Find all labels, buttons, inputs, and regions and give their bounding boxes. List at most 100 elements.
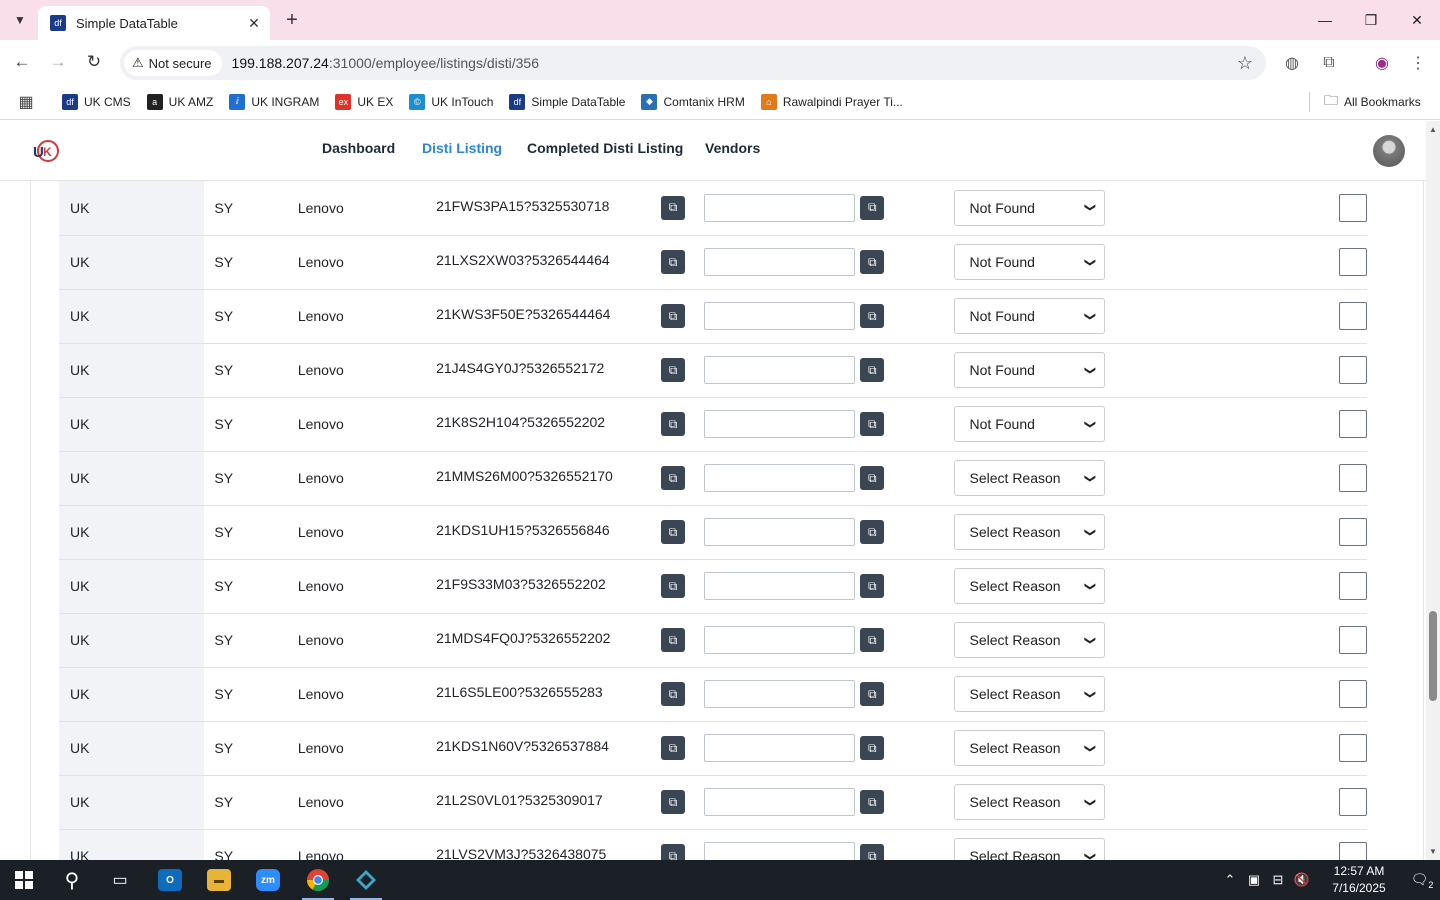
paste-button[interactable]: ⧉: [860, 790, 885, 814]
tray-chevron-up-icon[interactable]: ⌃: [1218, 872, 1242, 888]
listing-text-input[interactable]: [704, 680, 856, 708]
copy-sku-button[interactable]: ⧉: [661, 790, 686, 814]
row-checkbox[interactable]: [1339, 680, 1367, 708]
app-diamond-icon[interactable]: [342, 860, 390, 900]
restore-icon[interactable]: ❐: [1348, 0, 1394, 40]
reason-select[interactable]: Select Reason ❯: [953, 514, 1105, 550]
nav-disti-listing[interactable]: Disti Listing: [422, 140, 502, 156]
reason-select[interactable]: Not Found ❯: [953, 352, 1105, 388]
bookmark-item[interactable]: © UK InTouch: [409, 93, 493, 110]
reason-select[interactable]: Select Reason ❯: [953, 838, 1105, 860]
reason-select[interactable]: Not Found ❯: [953, 189, 1105, 226]
tray-security-icon[interactable]: ▣: [1242, 872, 1266, 888]
copy-sku-button[interactable]: ⧉: [661, 250, 686, 274]
paste-button[interactable]: ⧉: [860, 304, 885, 328]
tab-search-chevron-icon[interactable]: ▼: [8, 8, 32, 32]
row-checkbox[interactable]: [1339, 572, 1367, 600]
copy-sku-button[interactable]: ⧉: [661, 195, 686, 220]
nav-vendors[interactable]: Vendors: [705, 140, 760, 156]
listing-text-input[interactable]: [704, 302, 856, 330]
taskbar-clock[interactable]: 12:57 AM 7/16/2025: [1322, 863, 1396, 897]
copy-sku-button[interactable]: ⧉: [661, 682, 686, 706]
file-explorer-icon[interactable]: ▬: [195, 860, 243, 900]
row-checkbox[interactable]: [1339, 518, 1367, 546]
copy-sku-button[interactable]: ⧉: [661, 412, 686, 436]
forward-arrow-icon[interactable]: →: [46, 50, 70, 74]
reason-select[interactable]: Select Reason ❯: [953, 730, 1105, 766]
translate-globe-icon[interactable]: ◍: [1279, 50, 1305, 76]
reason-select[interactable]: Select Reason ❯: [953, 460, 1105, 496]
reason-select[interactable]: Select Reason ❯: [953, 784, 1105, 820]
volume-muted-icon[interactable]: 🔇: [1290, 872, 1314, 888]
row-checkbox[interactable]: [1339, 734, 1367, 762]
scroll-down-icon[interactable]: ▼: [1429, 847, 1437, 856]
copy-sku-button[interactable]: ⧉: [661, 304, 686, 328]
address-bar[interactable]: ⚠ Not secure 199.188.207.24:31000/employ…: [120, 46, 1266, 80]
paste-button[interactable]: ⧉: [860, 574, 885, 598]
bookmark-star-icon[interactable]: ☆: [1230, 53, 1260, 74]
paste-button[interactable]: ⧉: [860, 520, 885, 544]
zoom-icon[interactable]: zm: [244, 860, 292, 900]
bookmark-item[interactable]: df Simple DataTable: [509, 93, 625, 110]
bookmark-item[interactable]: ⌂ Rawalpindi Prayer Ti...: [760, 93, 903, 110]
reason-select[interactable]: Not Found ❯: [953, 244, 1105, 280]
copy-sku-button[interactable]: ⧉: [661, 520, 686, 544]
reason-select[interactable]: Select Reason ❯: [953, 568, 1105, 604]
uk-logo-icon[interactable]: U K: [32, 137, 60, 165]
avatar[interactable]: [1373, 135, 1405, 167]
reason-select[interactable]: Not Found ❯: [953, 298, 1105, 334]
page-scrollbar[interactable]: ▲ ▼: [1426, 121, 1440, 860]
browser-tab[interactable]: df Simple DataTable ✕: [38, 6, 270, 40]
listing-text-input[interactable]: [704, 248, 856, 276]
listing-text-input[interactable]: [704, 626, 856, 654]
row-checkbox[interactable]: [1339, 356, 1367, 384]
extensions-puzzle-icon[interactable]: ⧉: [1316, 50, 1342, 76]
windows-start-icon[interactable]: [0, 860, 48, 900]
row-checkbox[interactable]: [1339, 626, 1367, 654]
bookmark-item[interactable]: a UK AMZ: [146, 93, 213, 110]
all-bookmarks-button[interactable]: 🗀 All Bookmarks: [1324, 84, 1421, 120]
copy-sku-button[interactable]: ⧉: [661, 736, 686, 760]
paste-button[interactable]: ⧉: [860, 250, 885, 274]
apps-grid-icon[interactable]: ▦: [0, 92, 52, 112]
search-icon[interactable]: ⚲: [48, 860, 96, 900]
security-chip[interactable]: ⚠ Not secure: [124, 50, 222, 76]
reload-icon[interactable]: ↻: [82, 50, 106, 74]
listing-text-input[interactable]: [704, 410, 856, 438]
profile-icon[interactable]: ◉: [1369, 50, 1395, 76]
new-tab-plus-icon[interactable]: +: [280, 8, 304, 32]
outlook-icon[interactable]: O: [146, 860, 194, 900]
copy-sku-button[interactable]: ⧉: [661, 574, 686, 598]
reason-select[interactable]: Select Reason ❯: [953, 676, 1105, 712]
reason-select[interactable]: Select Reason ❯: [953, 622, 1105, 658]
bookmark-item[interactable]: df UK CMS: [62, 93, 131, 110]
copy-sku-button[interactable]: ⧉: [661, 466, 686, 490]
close-window-icon[interactable]: ✕: [1394, 0, 1440, 40]
row-checkbox[interactable]: [1339, 788, 1367, 816]
menu-kebab-icon[interactable]: ⋮: [1405, 50, 1431, 76]
paste-button[interactable]: ⧉: [860, 466, 885, 490]
listing-text-input[interactable]: [704, 788, 856, 816]
paste-button[interactable]: ⧉: [860, 195, 885, 220]
copy-sku-button[interactable]: ⧉: [661, 628, 686, 652]
row-checkbox[interactable]: [1339, 248, 1367, 276]
copy-sku-button[interactable]: ⧉: [661, 358, 686, 382]
row-checkbox[interactable]: [1339, 464, 1367, 492]
url-text[interactable]: 199.188.207.24:31000/employee/listings/d…: [232, 55, 1230, 71]
reason-select[interactable]: Not Found ❯: [953, 406, 1105, 442]
listing-text-input[interactable]: [704, 842, 856, 860]
listing-text-input[interactable]: [704, 356, 856, 384]
paste-button[interactable]: ⧉: [860, 736, 885, 760]
row-checkbox[interactable]: [1339, 842, 1367, 860]
chrome-icon[interactable]: [294, 860, 342, 900]
listing-text-input[interactable]: [704, 572, 856, 600]
minimize-icon[interactable]: —: [1302, 0, 1348, 40]
row-checkbox[interactable]: [1339, 302, 1367, 330]
scrollbar-thumb[interactable]: [1429, 611, 1437, 701]
listing-text-input[interactable]: [704, 518, 856, 546]
paste-button[interactable]: ⧉: [860, 844, 885, 860]
listing-text-input[interactable]: [704, 193, 856, 222]
nav-dashboard[interactable]: Dashboard: [322, 140, 395, 156]
task-view-icon[interactable]: ▭: [96, 860, 144, 900]
listing-text-input[interactable]: [704, 734, 856, 762]
